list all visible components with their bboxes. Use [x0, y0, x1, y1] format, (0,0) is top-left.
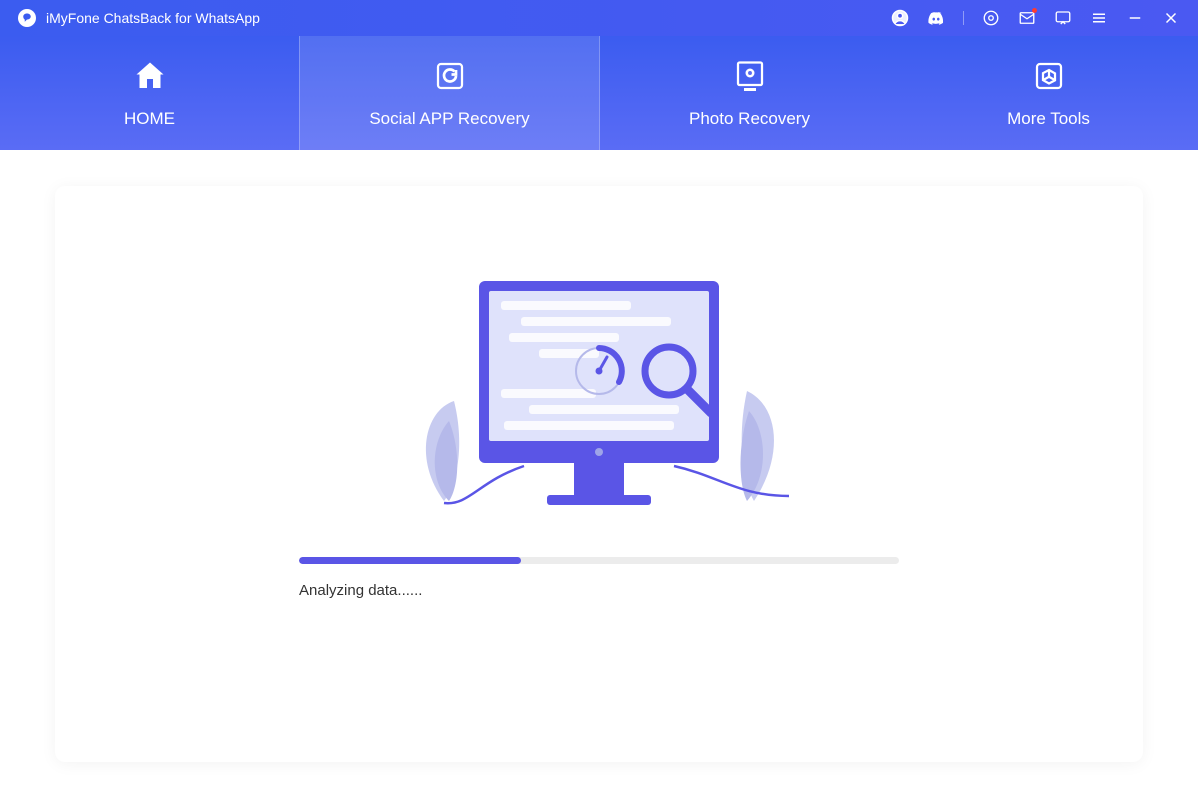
main-card: Analyzing data......	[55, 186, 1143, 762]
account-icon[interactable]	[891, 9, 909, 27]
analyzing-illustration	[349, 271, 849, 521]
progress-fill	[299, 557, 521, 564]
notification-dot-icon	[1032, 8, 1037, 13]
settings-icon[interactable]	[982, 9, 1000, 27]
tools-icon	[1031, 57, 1067, 95]
minimize-icon[interactable]	[1126, 9, 1144, 27]
photo-icon	[732, 57, 768, 95]
app-logo-icon	[18, 9, 36, 27]
menu-icon[interactable]	[1090, 9, 1108, 27]
nav-label: More Tools	[1007, 109, 1090, 129]
progress-bar	[299, 557, 899, 564]
progress-section: Analyzing data......	[299, 557, 899, 599]
status-text: Analyzing data......	[299, 582, 899, 599]
app-title: iMyFone ChatsBack for WhatsApp	[46, 10, 260, 26]
nav-social-app-recovery[interactable]: Social APP Recovery	[299, 36, 600, 150]
titlebar-right	[891, 9, 1180, 27]
nav-label: Social APP Recovery	[369, 109, 529, 129]
main-nav: HOME Social APP Recovery Photo Recovery …	[0, 36, 1198, 150]
close-icon[interactable]	[1162, 9, 1180, 27]
nav-photo-recovery[interactable]: Photo Recovery	[600, 36, 899, 150]
titlebar-divider	[963, 11, 964, 25]
nav-label: Photo Recovery	[689, 109, 810, 129]
home-icon	[132, 57, 168, 95]
titlebar: iMyFone ChatsBack for WhatsApp	[0, 0, 1198, 36]
refresh-icon	[432, 57, 468, 95]
discord-icon[interactable]	[927, 9, 945, 27]
titlebar-left: iMyFone ChatsBack for WhatsApp	[18, 9, 260, 27]
nav-more-tools[interactable]: More Tools	[899, 36, 1198, 150]
nav-home[interactable]: HOME	[0, 36, 299, 150]
feedback-icon[interactable]	[1054, 9, 1072, 27]
mail-icon[interactable]	[1018, 9, 1036, 27]
content-area: Analyzing data......	[0, 150, 1198, 798]
nav-label: HOME	[124, 109, 175, 129]
